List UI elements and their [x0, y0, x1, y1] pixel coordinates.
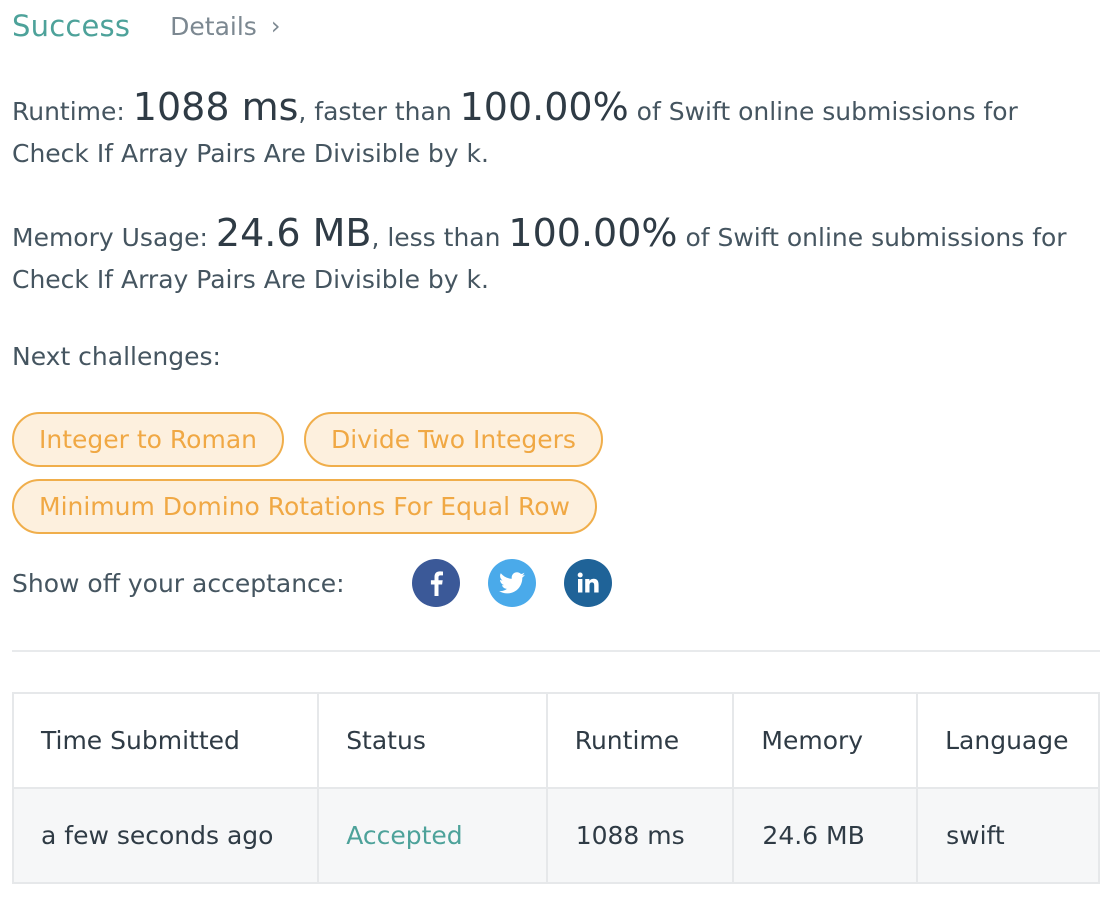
section-divider: [12, 650, 1100, 652]
column-header-status: Status: [317, 692, 548, 789]
challenge-row: Integer to Roman Divide Two Integers: [12, 412, 652, 467]
memory-value: 24.6 MB: [215, 211, 372, 255]
linkedin-share-button[interactable]: [564, 559, 612, 607]
column-header-memory: Memory: [732, 692, 919, 789]
table-row: a few seconds ago Accepted 1088 ms 24.6 …: [11, 787, 1100, 884]
column-header-runtime: Runtime: [545, 692, 735, 789]
memory-mid-text: , less than: [371, 223, 509, 252]
runtime-value: 1088 ms: [132, 85, 299, 129]
cell-language: swift: [916, 787, 1100, 884]
memory-summary: Memory Usage: 24.6 MB, less than 100.00%…: [12, 212, 1102, 301]
chevron-right-icon: ›: [270, 12, 281, 40]
details-label: Details: [170, 11, 257, 41]
table-header-row: Time Submitted Status Runtime Memory Lan…: [11, 692, 1100, 789]
runtime-percent: 100.00%: [459, 85, 629, 129]
submissions-table: Time Submitted Status Runtime Memory Lan…: [11, 692, 1100, 884]
twitter-icon: [499, 572, 525, 594]
share-label: Show off your acceptance:: [12, 568, 345, 598]
runtime-summary: Runtime: 1088 ms, faster than 100.00% of…: [12, 86, 1102, 175]
result-header: Success Details ›: [12, 6, 280, 46]
challenge-pill-divide-two-integers[interactable]: Divide Two Integers: [303, 412, 603, 467]
memory-label: Memory Usage:: [12, 223, 216, 252]
memory-percent: 100.00%: [508, 211, 678, 255]
cell-memory: 24.6 MB: [732, 787, 919, 884]
cell-time-submitted: a few seconds ago: [11, 787, 320, 884]
runtime-mid-text: , faster than: [298, 97, 460, 126]
column-header-time-submitted: Time Submitted: [11, 692, 320, 789]
challenge-row: Minimum Domino Rotations For Equal Row: [12, 479, 652, 534]
linkedin-icon: [577, 572, 599, 593]
status-title: Success: [12, 9, 131, 43]
next-challenges-label: Next challenges:: [12, 342, 221, 371]
submission-result-page: Success Details › Runtime: 1088 ms, fast…: [0, 0, 1118, 900]
details-link[interactable]: Details ›: [170, 12, 280, 41]
facebook-icon: [430, 571, 443, 596]
challenge-pill-minimum-domino-rotations[interactable]: Minimum Domino Rotations For Equal Row: [12, 479, 597, 534]
facebook-share-button[interactable]: [412, 559, 460, 607]
column-header-language: Language: [916, 692, 1100, 789]
next-challenges-list: Integer to Roman Divide Two Integers Min…: [12, 412, 652, 546]
runtime-label: Runtime:: [12, 97, 133, 126]
share-section: Show off your acceptance:: [12, 558, 640, 608]
challenge-pill-integer-to-roman[interactable]: Integer to Roman: [12, 412, 284, 467]
cell-runtime: 1088 ms: [545, 787, 735, 884]
cell-status-link[interactable]: Accepted: [317, 787, 548, 884]
twitter-share-button[interactable]: [488, 559, 536, 607]
